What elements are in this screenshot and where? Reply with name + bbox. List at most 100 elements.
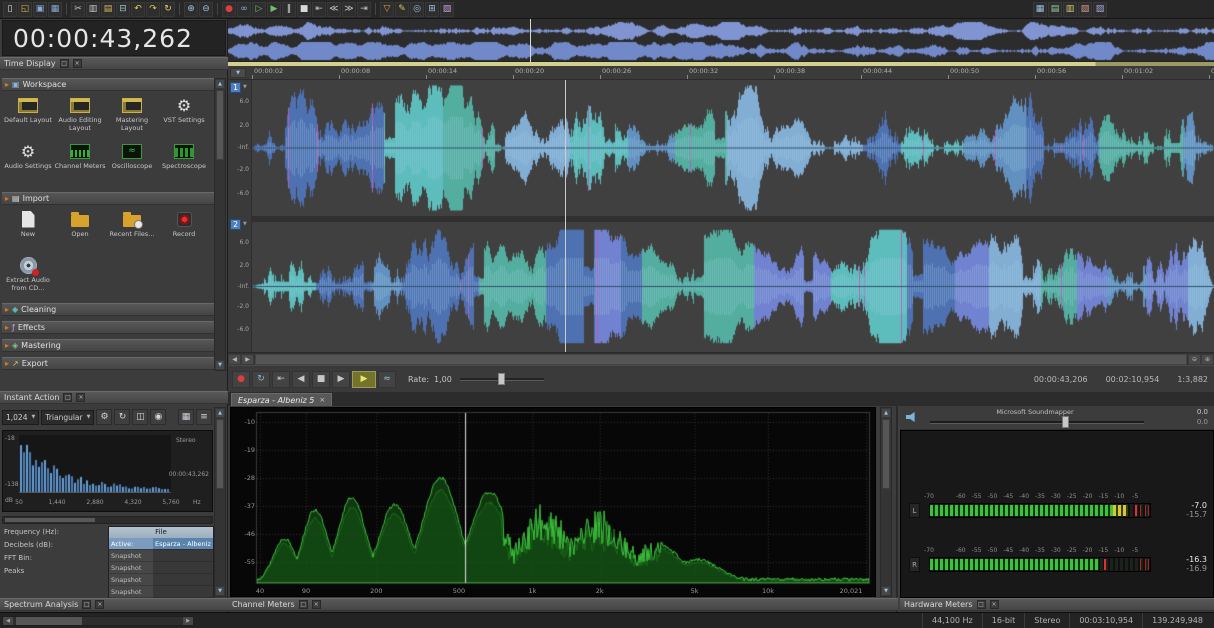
close-panel-icon[interactable]: ×	[311, 600, 321, 609]
scroll-down-icon[interactable]: ▼	[881, 586, 891, 596]
spectrum-h-scrollbar[interactable]	[2, 516, 213, 524]
time-ruler[interactable]: ▼ 00:00:02 00:00:08 00:00:14 00:00:20 00:00:…	[228, 62, 1214, 80]
close-panel-icon[interactable]: ×	[95, 600, 105, 609]
loop-playback-button[interactable]: ∞	[237, 1, 251, 17]
copy-button[interactable]: ▥	[86, 1, 100, 17]
float-panel-icon[interactable]: □	[59, 59, 69, 68]
chevron-down-icon[interactable]: ▼	[243, 84, 247, 90]
zoom-out-icon[interactable]: ⊖	[1188, 353, 1201, 365]
slider-thumb[interactable]	[497, 373, 505, 385]
workspace-item-vst-settings[interactable]: ⚙ VST Settings	[158, 92, 210, 138]
import-item-new[interactable]: New	[2, 206, 54, 252]
window-layout-1-button[interactable]: ▦	[1033, 1, 1047, 17]
play-normal-button[interactable]: ▶	[352, 370, 376, 388]
close-tab-icon[interactable]: ×	[319, 396, 325, 404]
workspace-item-audio-settings[interactable]: ⚙ Audio Settings	[2, 138, 54, 184]
waveform-overview[interactable]	[228, 19, 1214, 62]
spectrum-analysis-scrollbar[interactable]: ▲ ▼	[214, 407, 226, 597]
float-panel-icon[interactable]: □	[63, 393, 73, 402]
spectrum-mini-display[interactable]: -18 -138 dB Stereo 00:00:43,262 50 1,440 2…	[2, 430, 213, 512]
scroll-right-icon[interactable]: ▶	[241, 353, 254, 365]
ruler-menu-icon[interactable]: ▼	[230, 68, 246, 78]
forward-button[interactable]: ≫	[342, 1, 356, 17]
snapshot-row[interactable]: Snapshot #4:	[109, 586, 213, 608]
scrub-button[interactable]: ≈	[378, 370, 396, 388]
marker-button[interactable]: ▽	[380, 1, 394, 17]
redo-button[interactable]: ↷	[146, 1, 160, 17]
fft-display[interactable]: -10 -19 -28 -37 -46 -55 40 90 200 500 1k 2k 5k 10k 20…	[230, 407, 876, 597]
scrollbar-thumb[interactable]	[882, 419, 890, 489]
import-item-open[interactable]: Open	[54, 206, 106, 252]
file-save-button[interactable]: ▣	[33, 1, 47, 17]
playback-cursor[interactable]	[565, 80, 566, 352]
chevron-down-icon[interactable]: ▼	[243, 221, 247, 227]
file-open-button[interactable]: ◱	[18, 1, 32, 17]
freeze-button[interactable]: ◉	[150, 409, 167, 425]
snapshot-button[interactable]: ◫	[132, 409, 149, 425]
fft-size-dropdown[interactable]: 1,024 ▼	[2, 409, 40, 425]
workspace-item-channel-meters[interactable]: Channel Meters	[54, 138, 106, 184]
record-button[interactable]: ●	[232, 370, 250, 388]
pencil-tool-button[interactable]: ✎	[395, 1, 409, 17]
waveform-editor[interactable]: 1 ▼ 2 ▼ 6.0 2.0 -Inf. -2.0 -6.0 6.0 2.0 -Inf. -2…	[228, 80, 1214, 352]
workspace-item-mastering-layout[interactable]: Mastering Layout	[106, 92, 158, 138]
workspace-item-audio-editing-layout[interactable]: Audio Editing Layout	[54, 92, 106, 138]
scroll-down-icon[interactable]: ▼	[215, 360, 225, 370]
settings-button[interactable]: ⚙	[96, 409, 113, 425]
scrollbar-thumb[interactable]	[216, 90, 224, 160]
float-panel-icon[interactable]: □	[82, 600, 92, 609]
trim-button[interactable]: ⊟	[116, 1, 130, 17]
scrollbar-thumb[interactable]	[255, 353, 1187, 365]
speaker-icon[interactable]	[906, 412, 915, 422]
window-layout-3-button[interactable]: ▥	[1063, 1, 1077, 17]
close-panel-icon[interactable]: ×	[72, 59, 82, 68]
window-layout-4-button[interactable]: ▧	[1078, 1, 1092, 17]
auto-ripple-button[interactable]: ▧	[440, 1, 454, 17]
waveform-h-scrollbar[interactable]: ◀ ▶ ⊖ ⊕	[228, 352, 1214, 365]
scroll-up-icon[interactable]: ▲	[881, 408, 891, 418]
play-all-button[interactable]: ▷	[252, 1, 266, 17]
snapshot-row[interactable]: Snapshot #2:	[109, 562, 213, 584]
workspace-item-default-layout[interactable]: Default Layout	[2, 92, 54, 138]
grid-button[interactable]: ▦	[178, 409, 194, 425]
refresh-button[interactable]: ↻	[114, 409, 131, 425]
scroll-up-icon[interactable]: ▲	[215, 79, 225, 89]
scrollbar-track[interactable]	[13, 616, 183, 625]
file-save-all-button[interactable]: ▦	[48, 1, 62, 17]
close-panel-icon[interactable]: ×	[76, 393, 86, 402]
go-to-start-button[interactable]: ⇤	[312, 1, 326, 17]
loop-region-bar[interactable]	[228, 62, 1214, 66]
scroll-up-icon[interactable]: ▲	[215, 408, 225, 418]
zoom-in-icon[interactable]: ⊕	[1201, 353, 1214, 365]
snapshot-row[interactable]: Active: Esparza - Albeniz	[109, 538, 213, 550]
play-button[interactable]: ▶	[332, 370, 350, 388]
waveform-channel-1[interactable]	[252, 80, 1214, 216]
channel-2-badge[interactable]: 2	[230, 219, 241, 230]
import-item-record[interactable]: Record	[158, 206, 210, 252]
scroll-down-icon[interactable]: ▼	[215, 586, 225, 596]
previous-button[interactable]: ◀	[292, 370, 310, 388]
paste-button[interactable]: ▤	[101, 1, 115, 17]
scrollbar-thumb[interactable]	[5, 518, 95, 522]
section-header-effects[interactable]: ▸ ƒ Effects	[2, 321, 226, 334]
scroll-left-icon[interactable]: ◀	[3, 616, 13, 625]
record-button[interactable]: ●	[222, 1, 236, 17]
menu-button[interactable]: ≡	[196, 409, 212, 425]
magnify-tool-button[interactable]: ◎	[410, 1, 424, 17]
snap-button[interactable]: ⊞	[425, 1, 439, 17]
snapshot-row[interactable]: Snapshot #3:	[109, 574, 213, 596]
scroll-right-icon[interactable]: ▶	[183, 616, 193, 625]
undo-button[interactable]: ↶	[131, 1, 145, 17]
float-panel-icon[interactable]: □	[976, 600, 986, 609]
zoom-in-button[interactable]: ⊕	[184, 1, 198, 17]
bottom-mini-scrollbar[interactable]: ◀ ▶	[2, 615, 194, 626]
section-header-cleaning[interactable]: ▸ ◆ Cleaning	[2, 303, 226, 316]
volume-slider-thumb[interactable]	[1062, 416, 1069, 428]
stop-button[interactable]: ■	[312, 370, 330, 388]
close-panel-icon[interactable]: ×	[989, 600, 999, 609]
workspace-item-oscilloscope[interactable]: ≈ Oscilloscope	[106, 138, 158, 184]
play-button[interactable]: ▶	[267, 1, 281, 17]
section-header-mastering[interactable]: ▸ ◈ Mastering	[2, 339, 226, 352]
window-layout-5-button[interactable]: ▨	[1093, 1, 1107, 17]
overview-cursor[interactable]	[530, 19, 531, 62]
